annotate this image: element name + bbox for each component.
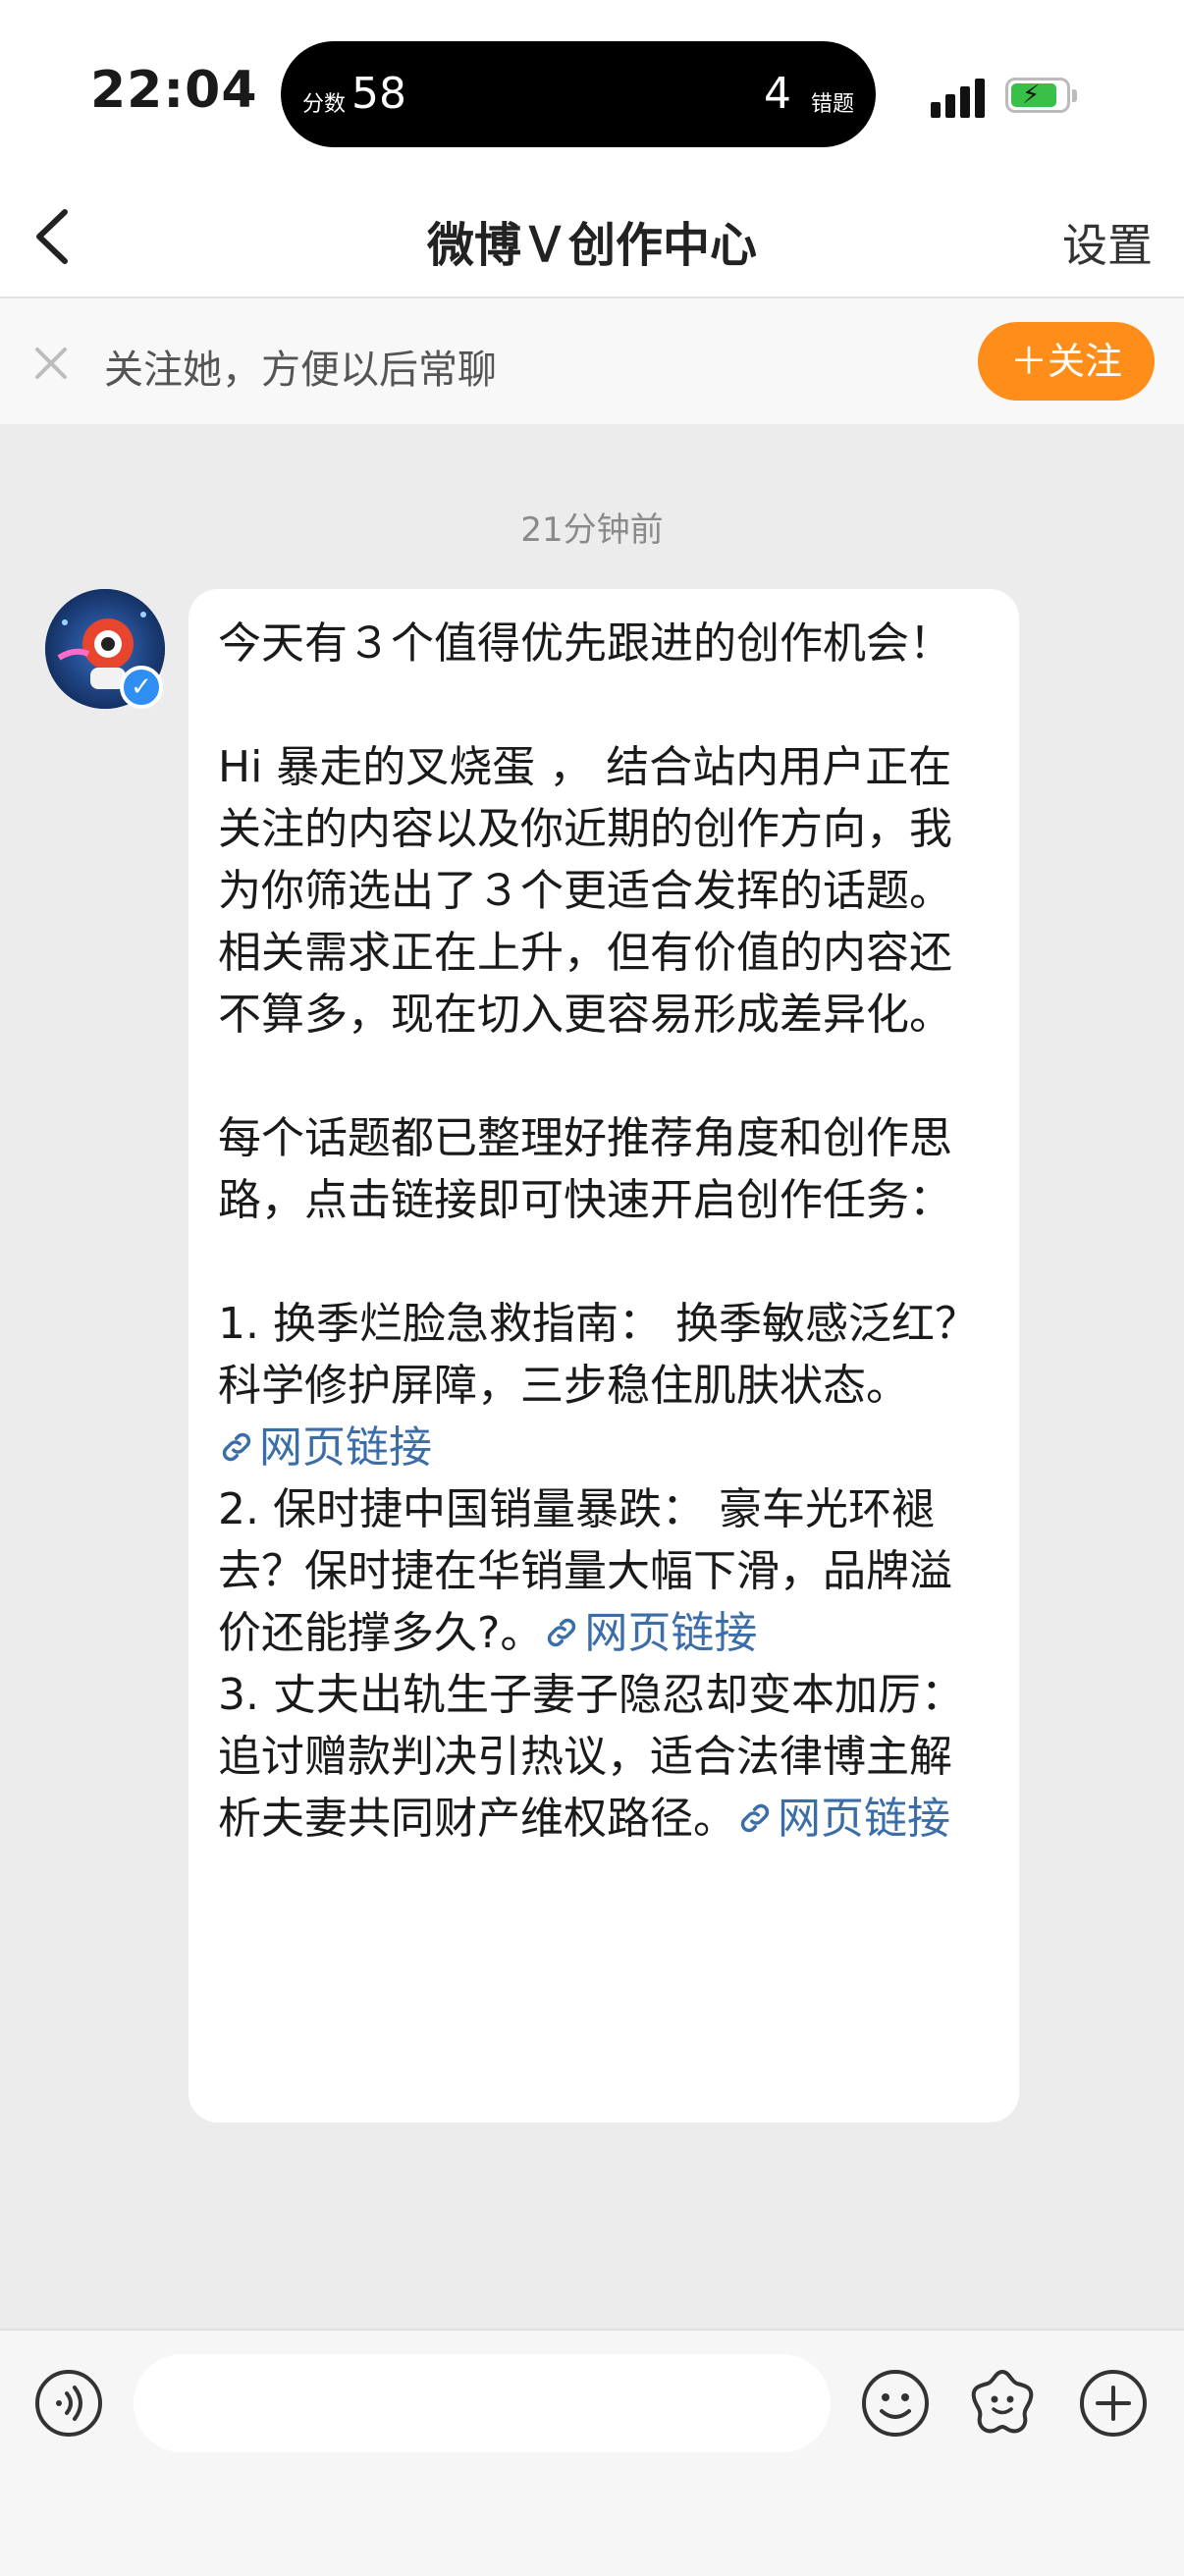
message-instruction: 每个话题都已整理好推荐角度和创作思路，点击链接即可快速开启创作任务： <box>218 1113 952 1225</box>
web-link[interactable]: 网页链接 <box>543 1608 757 1658</box>
topic-text: 1. 换季烂脸急救指南： 换季敏感泛红？科学修护屏障，三步稳住肌肤状态。 <box>218 1299 978 1411</box>
sticker-icon[interactable] <box>966 2366 1039 2439</box>
topic-item: 2. 保时捷中国销量暴跌： 豪车光环褪去？保时捷在华销量大幅下滑，品牌溢价还能撑… <box>218 1478 994 1664</box>
page-title: 微博Ｖ创作中心 <box>426 218 757 273</box>
web-link[interactable]: 网页链接 <box>736 1794 950 1844</box>
message-content: 今天有３个值得优先跟进的创作机会！ Hi 暴走的叉烧蛋 ， 结合站内用户正在关注… <box>218 613 994 1850</box>
verified-badge: ✓ <box>120 666 163 709</box>
emoji-icon[interactable] <box>860 2368 931 2439</box>
topic-item: 1. 换季烂脸急救指南： 换季敏感泛红？科学修护屏障，三步稳住肌肤状态。网页链接 <box>218 1293 994 1478</box>
follow-banner: 关注她，方便以后常聊 ＋关注 <box>0 298 1184 424</box>
signal-icon <box>931 75 990 118</box>
message-input[interactable] <box>134 2354 831 2452</box>
web-link[interactable]: 网页链接 <box>218 1422 432 1473</box>
status-time: 22:04 <box>90 61 258 120</box>
status-bar: 22:04 分数 58 4 错题 ⚡ <box>0 0 1184 177</box>
plus-icon[interactable] <box>1078 2368 1149 2439</box>
topic-item: 3. 丈夫出轨生子妻子隐忍却变本加厉： 追讨赠款判决引热议，适合法律博主解析夫妻… <box>218 1664 994 1850</box>
voice-icon[interactable] <box>33 2368 104 2439</box>
dynamic-island: 分数 58 4 错题 <box>281 41 876 147</box>
follow-button[interactable]: ＋关注 <box>978 322 1155 401</box>
web-link-label: 网页链接 <box>778 1794 950 1844</box>
battery-icon: ⚡ <box>1005 78 1077 113</box>
nav-bar: 微博Ｖ创作中心 设置 <box>0 177 1184 298</box>
web-link-label: 网页链接 <box>259 1422 432 1473</box>
message-intro: 今天有３个值得优先跟进的创作机会！ <box>218 618 952 669</box>
link-icon <box>222 1432 251 1462</box>
web-link-label: 网页链接 <box>584 1608 758 1658</box>
settings-button[interactable]: 设置 <box>1062 210 1153 275</box>
link-icon <box>740 1803 770 1833</box>
message-bubble: 今天有３个值得优先跟进的创作机会！ Hi 暴走的叉烧蛋 ， 结合站内用户正在关注… <box>188 589 1019 2122</box>
close-icon[interactable] <box>29 342 73 385</box>
follow-prompt-text: 关注她，方便以后常聊 <box>104 348 497 393</box>
score-label: 分数 <box>302 92 347 117</box>
message-timestamp: 21分钟前 <box>520 510 664 550</box>
errors-value: 4 <box>764 69 791 119</box>
link-icon <box>548 1618 576 1647</box>
score-value: 58 <box>351 69 406 119</box>
errors-label: 错题 <box>810 92 854 117</box>
message-greeting: Hi 暴走的叉烧蛋 ， 结合站内用户正在关注的内容以及你近期的创作方向，我为你筛… <box>218 742 952 1040</box>
input-bar <box>0 2329 1184 2576</box>
